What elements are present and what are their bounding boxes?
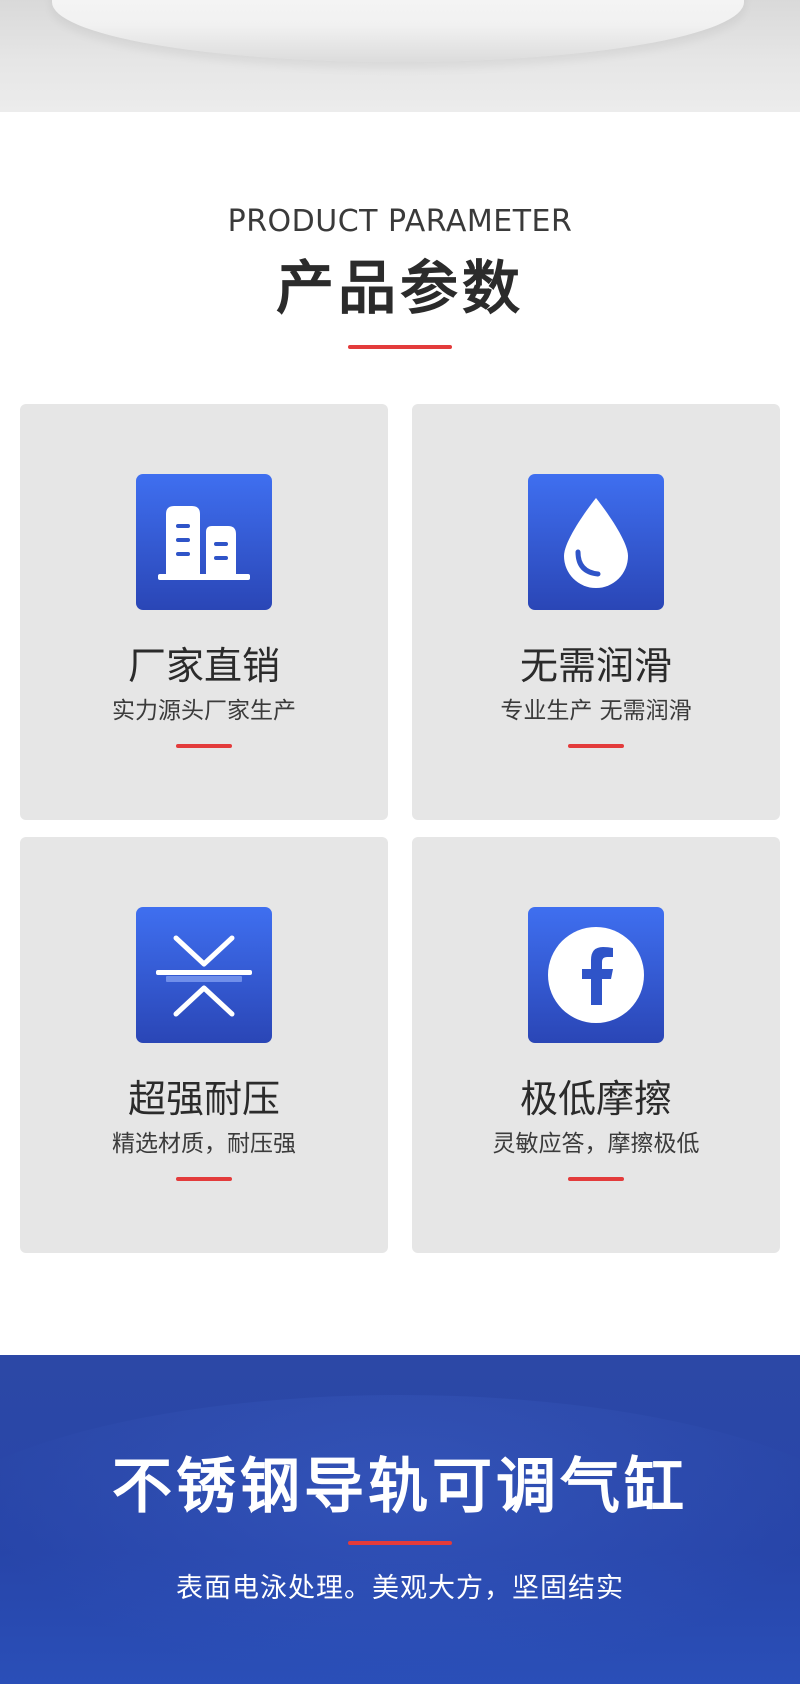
section-title-cn: 产品参数 <box>275 254 524 322</box>
feature-title: 超强耐压 <box>127 1077 280 1121</box>
feature-underline <box>176 1177 232 1181</box>
water-drop-icon <box>528 474 664 610</box>
product-name-banner: 不锈钢导轨可调气缸 表面电泳处理。美观大方，坚固结实 <box>0 1355 800 1684</box>
product-name-underline <box>348 1541 452 1545</box>
product-base-disc <box>52 0 744 62</box>
feature-subtitle: 实力源头厂家生产 <box>112 698 296 724</box>
feature-card-direct-sale: 厂家直销 实力源头厂家生产 <box>20 404 388 820</box>
feature-underline <box>568 1177 624 1181</box>
product-name: 不锈钢导轨可调气缸 <box>112 1452 688 1522</box>
feature-underline <box>176 744 232 748</box>
feature-subtitle: 精选材质，耐压强 <box>112 1131 296 1157</box>
section-title-en: PRODUCT PARAMETER <box>227 204 573 239</box>
feature-underline <box>568 744 624 748</box>
product-description: 表面电泳处理。美观大方，坚固结实 <box>176 1573 624 1604</box>
feature-subtitle: 专业生产 无需润滑 <box>500 698 692 724</box>
top-product-image-strip <box>0 0 800 112</box>
section-header: PRODUCT PARAMETER 产品参数 <box>0 200 800 349</box>
feature-title: 厂家直销 <box>127 644 280 688</box>
facebook-circle-icon <box>528 907 664 1043</box>
feature-card-no-lubrication: 无需润滑 专业生产 无需润滑 <box>412 404 780 820</box>
compression-arrows-icon <box>136 907 272 1043</box>
section-title-underline <box>348 345 452 349</box>
feature-card-low-friction: 极低摩擦 灵敏应答，摩擦极低 <box>412 837 780 1253</box>
feature-title: 极低摩擦 <box>519 1077 672 1121</box>
factory-buildings-icon <box>136 474 272 610</box>
banner-background-glow <box>0 1395 800 1684</box>
feature-card-pressure-resistant: 超强耐压 精选材质，耐压强 <box>20 837 388 1253</box>
feature-subtitle: 灵敏应答，摩擦极低 <box>492 1131 700 1157</box>
feature-title: 无需润滑 <box>519 644 672 688</box>
